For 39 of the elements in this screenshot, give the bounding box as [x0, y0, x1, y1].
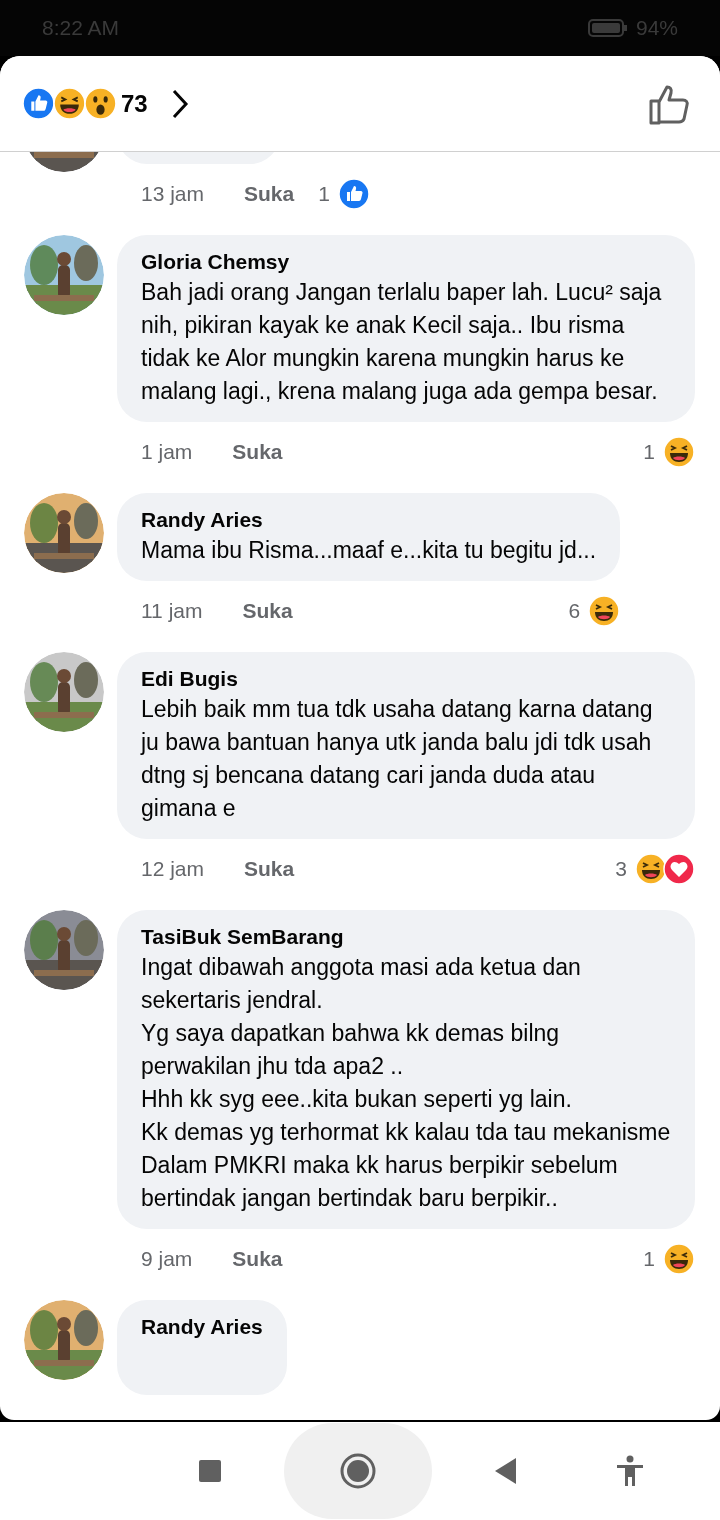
- surprised-face-icon: [84, 87, 117, 120]
- heart-reaction-icon: [663, 853, 695, 885]
- like-link[interactable]: Suka: [244, 853, 295, 885]
- like-link[interactable]: Suka: [242, 595, 293, 627]
- reaction-count: 1: [643, 439, 655, 466]
- like-link[interactable]: Suka: [232, 1243, 283, 1275]
- comment-time: 13 jam: [141, 181, 205, 208]
- like-link[interactable]: Suka: [232, 436, 283, 468]
- commenter-name[interactable]: TasiBuk SemBarang: [141, 923, 671, 951]
- comment-text: Lebih baik mm tua tdk usaha datang karna datang ju bawa bantuan hanya utk janda balu jdi tdk usah dtng sj bencana datang cari janda duda atau gimana e: [141, 695, 654, 823]
- laughing-face-icon: [635, 853, 667, 885]
- commenter-name[interactable]: Edi Bugis: [141, 665, 671, 693]
- comment-time: 1 jam: [141, 439, 193, 466]
- laughing-face-icon: [53, 87, 86, 120]
- reaction-count: 3: [615, 856, 627, 883]
- reaction-count: 6: [568, 598, 581, 625]
- reaction-count: 1: [643, 1246, 655, 1273]
- comment-time: 9 jam: [141, 1246, 193, 1273]
- circle-icon: [340, 1453, 376, 1489]
- square-icon[interactable]: [198, 1459, 222, 1483]
- reaction-total[interactable]: 73: [121, 85, 148, 122]
- battery-icon: [587, 18, 628, 38]
- reaction-count: 1: [318, 181, 330, 208]
- like-reaction-icon: [337, 178, 370, 210]
- accessibility-icon[interactable]: [616, 1455, 644, 1487]
- commenter-name[interactable]: Randy Aries: [141, 506, 597, 534]
- comment-time: 12 jam: [141, 856, 205, 883]
- laughing-face-icon: [588, 595, 621, 627]
- comment-text: Ingat dibawah anggota masi ada ketua dan sekertaris jendral. Yg saya dapatkan bahwa kk demas bilng perwakilan jhu tda apa2 .. Hhh kk syg eee..kita bukan seperti yg lain. Kk demas yg terhormat kk kalau tda tau mekanisme Dalam PMKRI maka kk harus berpikir sebelum bertindak jangan bertindak baru berpikir..: [141, 953, 671, 1213]
- comment-time: 11 jam: [141, 598, 203, 625]
- comment-text: Mama ibu Risma...maaf e...kita tu begitu jd...: [141, 536, 597, 565]
- laughing-face-icon: [663, 1243, 695, 1275]
- like-link[interactable]: Suka: [244, 178, 295, 210]
- back-icon[interactable]: [494, 1457, 518, 1485]
- like-reaction-icon: [22, 87, 55, 120]
- laughing-face-icon: [663, 436, 695, 468]
- comment-text: Bah jadi orang Jangan terlalu baper lah. Lucu² saja nih, pikiran kayak ke anak Kecil saja.. Ibu risma tidak ke Alor mungkin karena mungkin harus ke malang lagi., krena malang juga ada gempa besar.: [141, 278, 663, 406]
- commenter-name[interactable]: Gloria Chemsy: [141, 248, 671, 276]
- commenter-name[interactable]: Randy Aries: [141, 1313, 263, 1341]
